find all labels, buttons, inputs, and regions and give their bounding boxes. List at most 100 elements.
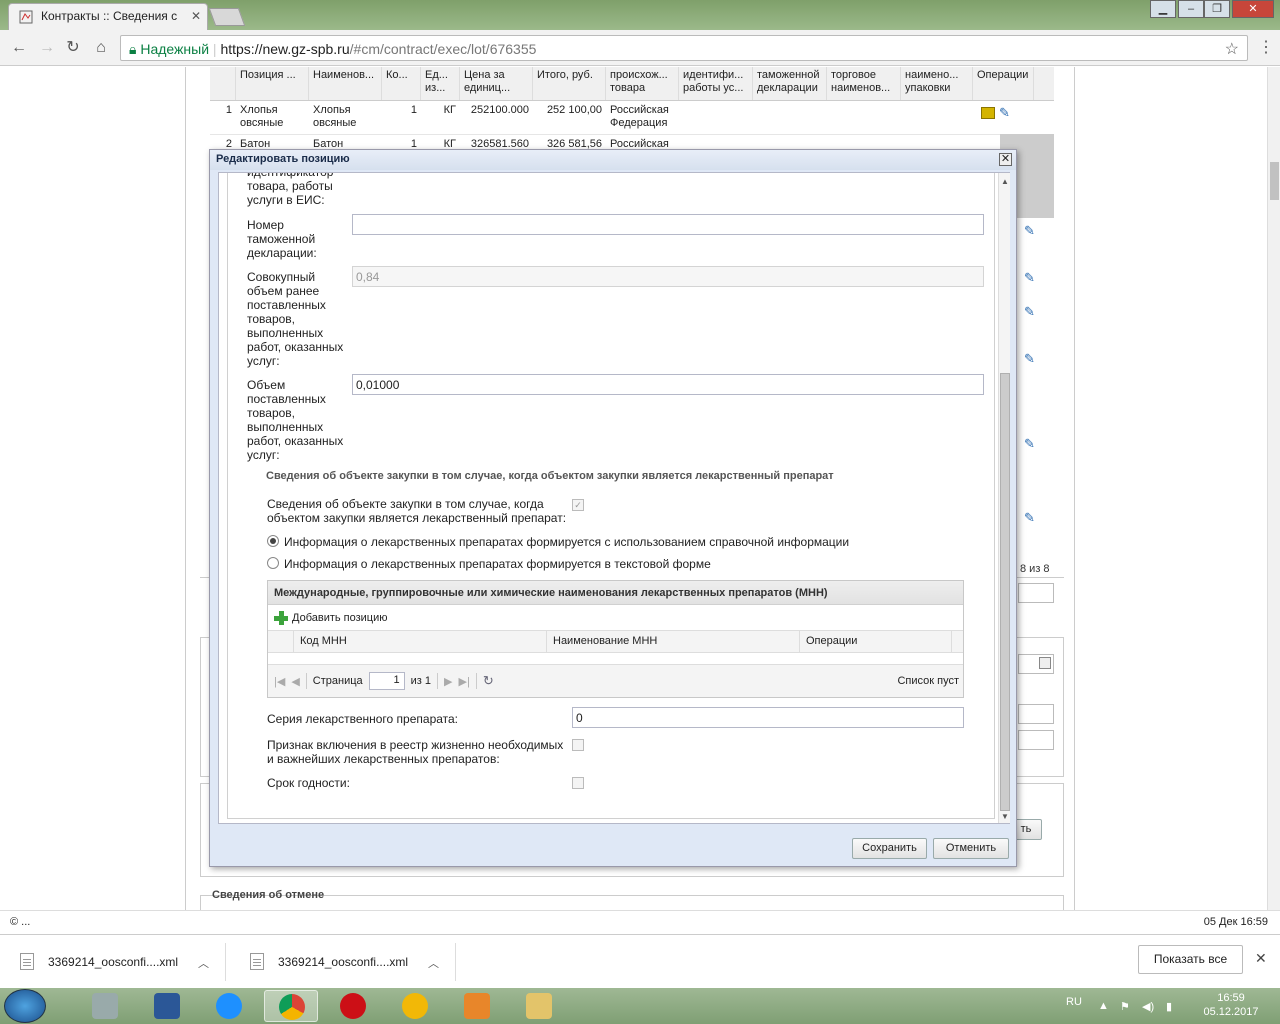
radio-reference-label[interactable]: Информация о лекарственных препаратах фо… — [284, 535, 849, 549]
edit-pencil-icon[interactable]: ✎ — [1024, 304, 1035, 320]
col-operations: Операции — [973, 67, 1034, 100]
back-arrow-icon[interactable]: ← — [8, 37, 30, 59]
col-position[interactable]: Позиция ... — [236, 67, 309, 100]
grid-pager-count: 8 из 8 — [1020, 563, 1050, 575]
col-trade-name[interactable]: торговое наименов... — [827, 67, 901, 100]
opera-icon — [340, 993, 366, 1019]
taskbar-app[interactable] — [326, 990, 380, 1022]
reload-icon[interactable]: ↻ — [62, 37, 84, 59]
tab-active[interactable]: Контракты :: Сведения с ✕ — [8, 3, 208, 30]
file-icon — [250, 953, 264, 970]
edit-pencil-icon[interactable]: ✎ — [1024, 351, 1035, 367]
series-input[interactable]: 0 — [572, 707, 964, 728]
edit-pencil-icon[interactable]: ✎ — [1024, 270, 1035, 286]
chrome-menu-icon[interactable]: ⋮ — [1258, 37, 1274, 57]
network-icon[interactable]: ▮ — [1166, 1000, 1172, 1013]
download-item[interactable]: 3369214_oosconfi....xml ︿ — [0, 943, 226, 981]
chevron-up-icon[interactable]: ︿ — [428, 955, 439, 971]
col-customs[interactable]: таможенной декларации — [753, 67, 827, 100]
window-minimize-button[interactable]: – — [1178, 0, 1204, 18]
last-page-icon[interactable]: ▶| — [459, 675, 470, 688]
drug-checkbox[interactable]: ✓ — [572, 499, 584, 511]
new-tab-button[interactable] — [208, 8, 246, 26]
download-item[interactable]: 3369214_oosconfi....xml ︿ — [230, 943, 456, 981]
delivered-volume-input[interactable]: 0,01000 — [352, 374, 984, 395]
save-button[interactable]: Сохранить — [852, 838, 927, 859]
tray-expand-icon[interactable]: ▲ — [1098, 1000, 1109, 1012]
next-page-icon[interactable]: ▶ — [444, 675, 452, 688]
taskbar-app[interactable] — [202, 990, 256, 1022]
calendar-icon[interactable] — [1039, 657, 1051, 669]
bg-input[interactable] — [1018, 704, 1054, 724]
bg-input[interactable] — [1018, 583, 1054, 603]
add-plus-icon[interactable] — [274, 610, 288, 625]
cancel-button[interactable]: Отменить — [933, 838, 1009, 859]
pager-page-input[interactable]: 1 — [368, 672, 405, 690]
url-path: /#cm/contract/exec/lot/676355 — [349, 41, 537, 57]
refresh-icon[interactable]: ↻ — [483, 673, 494, 689]
taskbar-app[interactable] — [512, 990, 566, 1022]
taskbar-app[interactable] — [78, 990, 132, 1022]
expiry-checkbox[interactable] — [572, 777, 584, 789]
customs-number-input[interactable] — [352, 214, 984, 235]
prev-page-icon[interactable]: ◀ — [291, 675, 299, 688]
drug-section-title: Сведения об объекте закупки в том случае… — [266, 470, 834, 482]
triangle-app-icon — [402, 993, 428, 1019]
col-qty[interactable]: Ко... — [382, 67, 421, 100]
scroll-down-icon[interactable]: ▼ — [1001, 812, 1009, 821]
col-mnn-name[interactable]: Наименование МНН — [547, 631, 800, 652]
col-price[interactable]: Цена за единиц... — [460, 67, 533, 100]
grid-header: Позиция ... Наименов... Ко... Ед... из..… — [210, 67, 1054, 101]
chrome-icon — [279, 994, 305, 1020]
radio-text-form[interactable] — [267, 557, 279, 569]
volume-icon[interactable]: ◀) — [1142, 1000, 1154, 1013]
edit-pencil-icon[interactable]: ✎ — [1024, 223, 1035, 239]
registry-checkbox[interactable] — [572, 739, 584, 751]
page-scrollbar[interactable] — [1267, 67, 1280, 910]
show-all-downloads-button[interactable]: Показать все — [1138, 945, 1243, 974]
edit-pencil-icon[interactable]: ✎ — [1024, 436, 1035, 452]
window-user-icon[interactable]: ▁ — [1150, 0, 1176, 18]
chevron-up-icon[interactable]: ︿ — [198, 955, 209, 971]
address-bar[interactable]: 🔒︎ Надежный | https://new.gz-spb.ru/#cm/… — [120, 35, 1248, 61]
col-unit[interactable]: Ед... из... — [421, 67, 460, 100]
taskbar-app[interactable] — [450, 990, 504, 1022]
col-origin[interactable]: происхож... товара — [606, 67, 679, 100]
dialog-close-icon[interactable]: ✕ — [999, 153, 1012, 166]
pager-empty-text: Список пуст — [897, 675, 959, 687]
add-position-button[interactable]: Добавить позицию — [292, 612, 388, 624]
col-mnn-code[interactable]: Код МНН — [294, 631, 547, 652]
radio-reference-info[interactable] — [267, 535, 279, 547]
clock[interactable]: 16:59 05.12.2017 — [1196, 991, 1266, 1019]
language-indicator[interactable]: RU — [1066, 996, 1082, 1008]
first-page-icon[interactable]: |◀ — [274, 675, 285, 688]
window-restore-button[interactable]: ❐ — [1204, 0, 1230, 18]
col-package[interactable]: наимено... упаковки — [901, 67, 973, 100]
col-total[interactable]: Итого, руб. — [533, 67, 606, 100]
taskbar-app[interactable] — [140, 990, 194, 1022]
close-downloads-icon[interactable]: ✕ — [1255, 950, 1267, 967]
mnn-grid-body — [268, 653, 963, 665]
col-identifier[interactable]: идентифи... работы ус... — [679, 67, 753, 100]
view-book-icon[interactable] — [981, 107, 995, 119]
start-button[interactable] — [4, 989, 46, 1023]
table-row[interactable]: 1 Хлопья овсяные Хлопья овсяные 1 КГ 252… — [210, 101, 1054, 135]
flag-icon[interactable]: ⚑ — [1120, 1000, 1130, 1013]
folder-icon — [526, 993, 552, 1019]
taskbar-app-chrome[interactable] — [264, 990, 318, 1022]
tab-close-icon[interactable]: ✕ — [191, 9, 201, 23]
bg-date-input[interactable] — [1018, 654, 1054, 674]
bg-input[interactable] — [1018, 730, 1054, 750]
home-icon[interactable]: ⌂ — [90, 37, 112, 59]
forward-arrow-icon[interactable]: → — [36, 37, 58, 59]
edit-pencil-icon[interactable]: ✎ — [1024, 510, 1035, 526]
taskbar-app[interactable] — [388, 990, 442, 1022]
col-name[interactable]: Наименов... — [309, 67, 382, 100]
dialog-scrollbar[interactable]: ▲ ▼ — [998, 173, 1010, 823]
window-close-button[interactable]: ✕ — [1232, 0, 1274, 18]
edit-pencil-icon[interactable]: ✎ — [999, 106, 1013, 121]
radio-text-label[interactable]: Информация о лекарственных препаратах фо… — [284, 557, 711, 571]
word-icon — [154, 993, 180, 1019]
scroll-up-icon[interactable]: ▲ — [1001, 177, 1009, 186]
bookmark-star-icon[interactable]: ☆ — [1225, 39, 1239, 59]
